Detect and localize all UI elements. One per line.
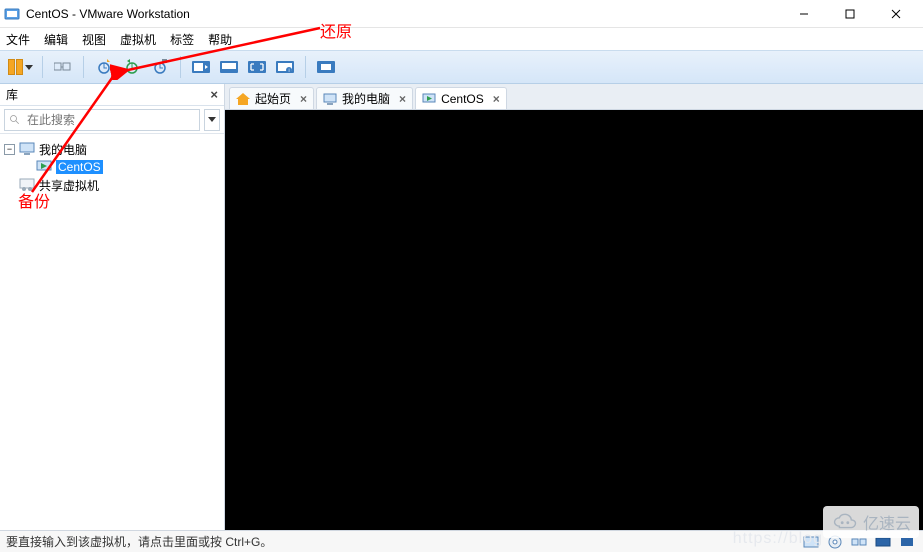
library-close-button[interactable]: × [210, 87, 218, 102]
body: 库 × − 我的电脑 CentOS 共享虚拟机 [0, 84, 923, 530]
vm-console[interactable] [225, 110, 923, 530]
tab-my-computer-label: 我的电脑 [342, 90, 390, 107]
watermark-text: 亿速云 [863, 510, 911, 534]
snapshot-revert-button[interactable] [120, 55, 144, 79]
svg-text:i: i [288, 68, 289, 74]
snapshot-manage-button[interactable] [148, 55, 172, 79]
device-disk-icon[interactable] [801, 534, 821, 550]
library-search-box[interactable] [4, 109, 200, 131]
tab-home[interactable]: 起始页 × [229, 87, 314, 109]
library-search-row [0, 106, 224, 134]
dropdown-arrow-icon [25, 65, 33, 70]
watermark: 亿速云 [823, 506, 919, 538]
close-window-button[interactable] [873, 0, 919, 28]
computer-icon [19, 142, 35, 156]
menu-edit[interactable]: 编辑 [44, 31, 68, 48]
search-icon [9, 114, 21, 126]
library-header: 库 × [0, 84, 224, 106]
toolbar-separator [42, 56, 43, 78]
tree-label-my-computer: 我的电脑 [39, 141, 87, 158]
status-bar: 要直接输入到该虚拟机，请点击里面或按 Ctrl+G。 [0, 530, 923, 552]
window-title: CentOS - VMware Workstation [26, 7, 190, 21]
send-ctrl-alt-del-button[interactable] [51, 55, 75, 79]
snapshot-take-button[interactable] [92, 55, 116, 79]
toolbar-separator [305, 56, 306, 78]
collapse-icon[interactable]: − [4, 144, 15, 155]
app-icon [4, 6, 20, 22]
fullscreen-button[interactable] [245, 55, 269, 79]
maximize-button[interactable] [827, 0, 873, 28]
menu-file[interactable]: 文件 [6, 31, 30, 48]
vm-icon [36, 160, 52, 174]
menu-help[interactable]: 帮助 [208, 31, 232, 48]
tab-centos[interactable]: CentOS × [415, 87, 507, 109]
menu-tabs[interactable]: 标签 [170, 31, 194, 48]
tree-centos[interactable]: CentOS [36, 158, 220, 176]
library-title: 库 [6, 86, 210, 103]
tab-close-button[interactable]: × [300, 92, 307, 106]
minimize-button[interactable] [781, 0, 827, 28]
show-console-button[interactable] [189, 55, 213, 79]
status-text: 要直接输入到该虚拟机，请点击里面或按 Ctrl+G。 [6, 533, 801, 550]
cloud-icon [831, 513, 859, 531]
library-search-input[interactable] [25, 112, 195, 128]
computer-icon [323, 93, 337, 105]
tab-close-button[interactable]: × [493, 92, 500, 106]
show-thumbnail-button[interactable] [217, 55, 241, 79]
library-search-dropdown[interactable] [204, 109, 220, 131]
library-panel: 库 × − 我的电脑 CentOS 共享虚拟机 [0, 84, 225, 530]
home-icon [236, 93, 250, 105]
power-button[interactable] [6, 55, 34, 79]
vm-icon [422, 93, 436, 105]
tab-close-button[interactable]: × [399, 92, 406, 106]
title-bar: CentOS - VMware Workstation [0, 0, 923, 28]
menu-bar: 文件 编辑 视图 虚拟机 标签 帮助 [0, 28, 923, 50]
shared-icon [19, 178, 35, 192]
tab-centos-label: CentOS [441, 92, 484, 106]
tree-label-shared-vms: 共享虚拟机 [39, 177, 99, 194]
toolbar-separator [83, 56, 84, 78]
stretch-guest-button[interactable] [314, 55, 338, 79]
tree-my-computer[interactable]: − 我的电脑 [4, 140, 220, 158]
toolbar: i [0, 50, 923, 84]
tree-label-centos: CentOS [56, 160, 103, 174]
unity-button[interactable]: i [273, 55, 297, 79]
tab-my-computer[interactable]: 我的电脑 × [316, 87, 413, 109]
toolbar-separator [180, 56, 181, 78]
main-area: 起始页 × 我的电脑 × CentOS × [225, 84, 923, 530]
menu-vm[interactable]: 虚拟机 [120, 31, 156, 48]
tab-bar: 起始页 × 我的电脑 × CentOS × [225, 84, 923, 110]
tree-shared-vms[interactable]: 共享虚拟机 [19, 176, 220, 194]
tab-home-label: 起始页 [255, 90, 291, 107]
menu-view[interactable]: 视图 [82, 31, 106, 48]
library-tree[interactable]: − 我的电脑 CentOS 共享虚拟机 [0, 134, 224, 530]
